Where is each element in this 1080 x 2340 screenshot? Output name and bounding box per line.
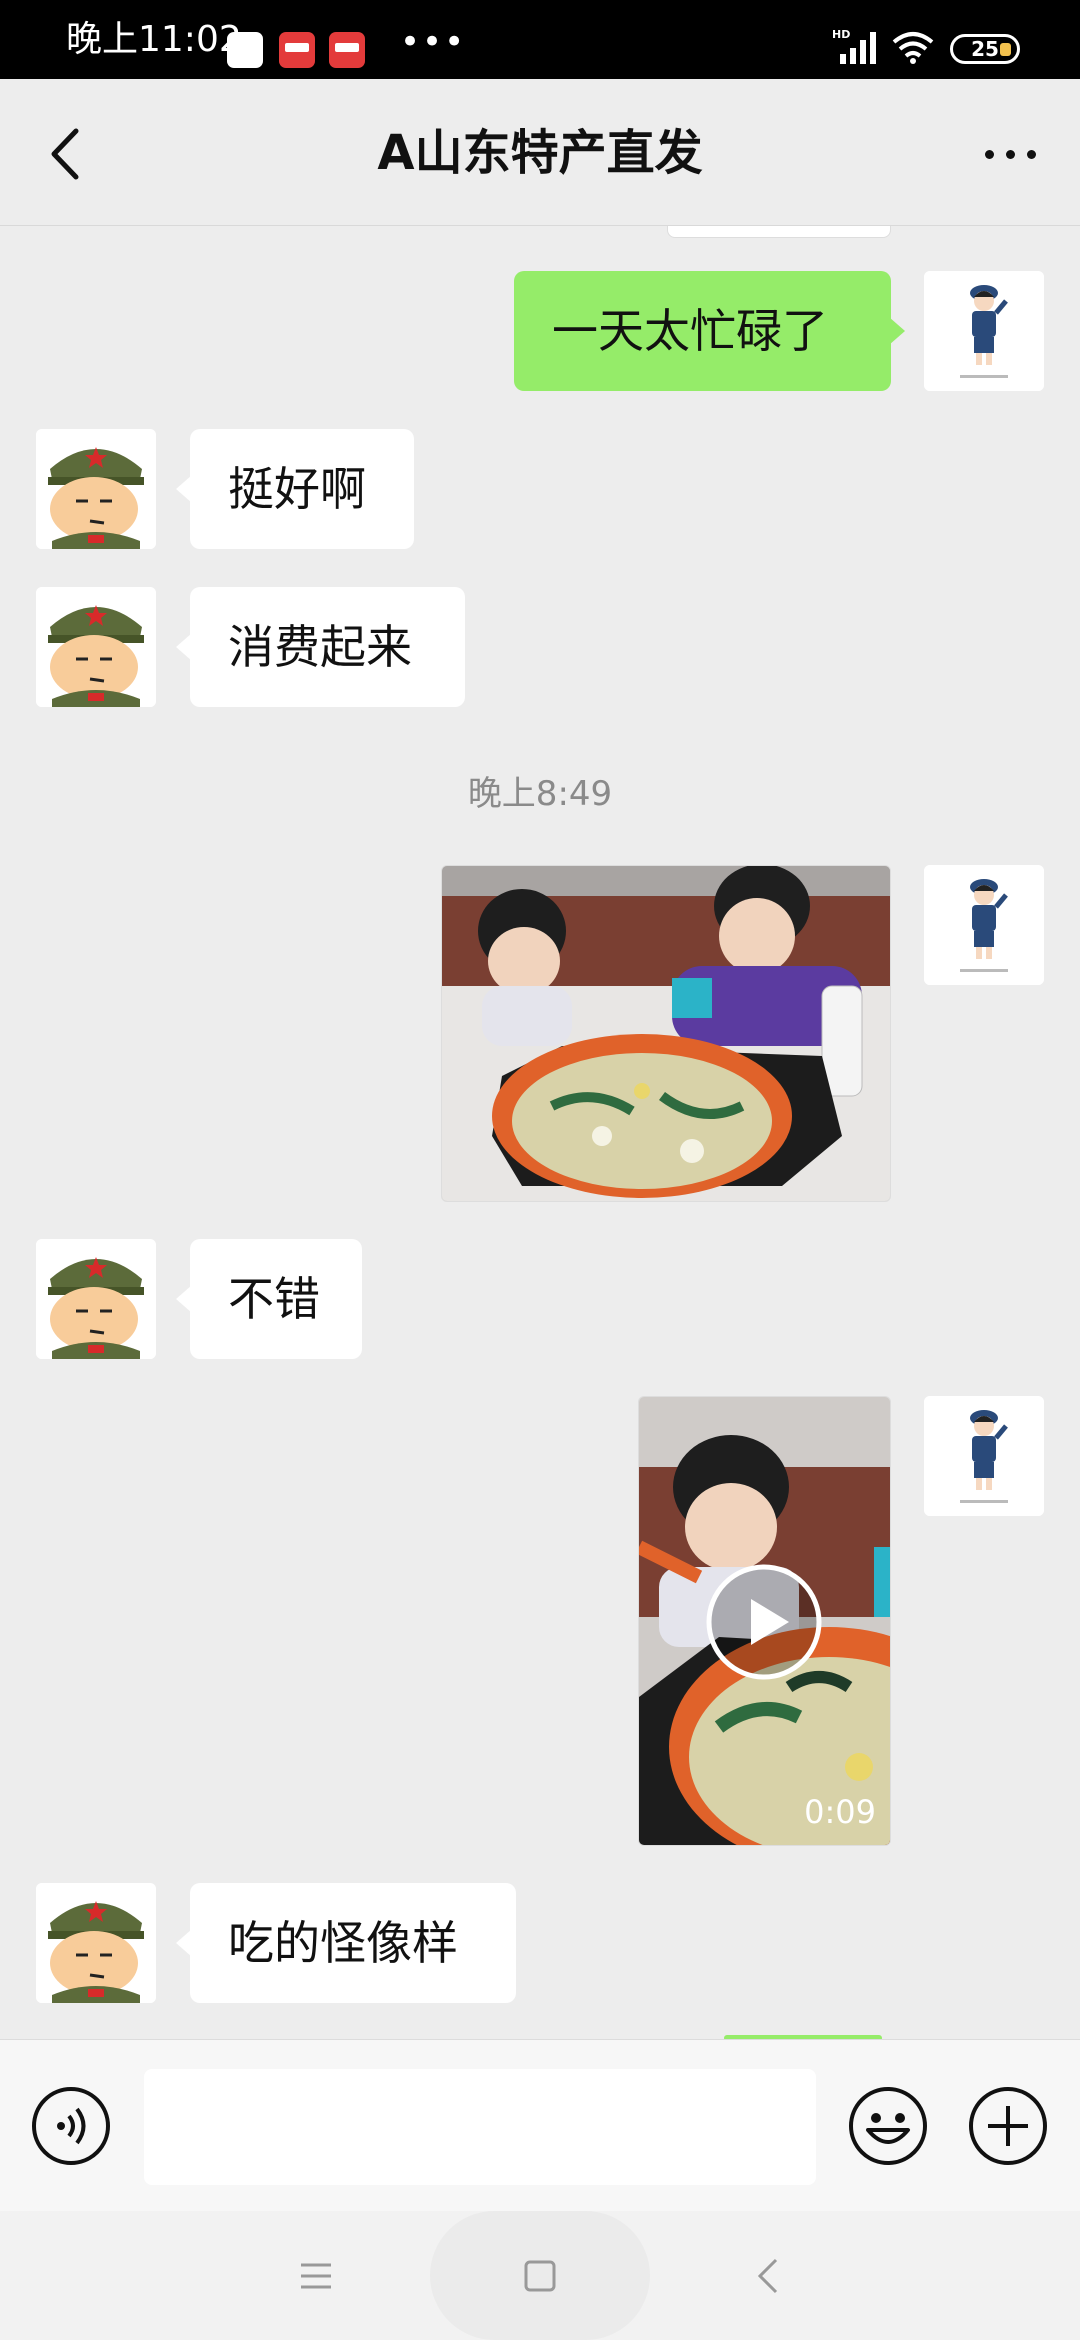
chat-title: A山东特产直发 [377, 125, 703, 181]
system-navigation-bar [0, 2211, 1080, 2340]
menu-icon [301, 2263, 331, 2289]
avatar-icon [36, 1883, 156, 2003]
status-overflow-indicator: ••• [400, 22, 467, 62]
play-icon[interactable] [705, 1563, 823, 1681]
contact-avatar[interactable] [36, 587, 156, 707]
message-bubble-received[interactable]: 消费起来 [176, 587, 465, 707]
message-input[interactable] [144, 2069, 816, 2185]
input-bar [0, 2039, 1080, 2211]
more-dots-icon [1005, 149, 1015, 159]
message-bubble-received[interactable]: 不错 [176, 1239, 362, 1359]
signal-icon: HD [832, 28, 876, 64]
battery-level: 25 [971, 37, 999, 61]
video-duration: 0:09 [804, 1793, 876, 1831]
contact-avatar[interactable] [36, 1239, 156, 1359]
photo-kids-eating-icon [442, 866, 890, 1201]
menu-button[interactable] [281, 2241, 351, 2311]
nav-back-button[interactable] [733, 2241, 803, 2311]
avatar-icon [924, 271, 1044, 391]
contact-avatar[interactable] [36, 429, 156, 549]
contact-avatar[interactable] [36, 1883, 156, 2003]
self-avatar[interactable] [924, 865, 1044, 985]
status-bar: 晚上11:02 ••• HD 25 [0, 0, 1080, 79]
wifi-icon [892, 32, 934, 64]
message-list[interactable]: 一天太忙碌了 挺好啊 消费起来 晚上8:49 不错 0:09 吃的怪像样 [0, 226, 1080, 2039]
chat-header: A山东特产直发 [0, 79, 1080, 226]
notification-app-icon [279, 32, 315, 68]
back-icon [757, 2258, 778, 2294]
battery-fill [1000, 43, 1011, 56]
notification-app-icon [329, 32, 365, 68]
message-bubble-sent[interactable]: 一天太忙碌了 [514, 271, 905, 391]
plus-icon[interactable] [968, 2086, 1048, 2166]
avatar-icon [924, 865, 1044, 985]
voice-icon[interactable] [31, 2086, 111, 2166]
home-button[interactable] [505, 2241, 575, 2311]
emoji-icon[interactable] [848, 2086, 928, 2166]
message-bubble-received[interactable]: 挺好啊 [176, 429, 414, 549]
battery-icon: 25 [950, 34, 1020, 64]
avatar-icon [36, 1239, 156, 1359]
message-bubble-received[interactable]: 吃的怪像样 [176, 1883, 516, 2003]
more-dots-icon [1026, 149, 1036, 159]
network-type-label: HD [832, 28, 850, 41]
self-avatar[interactable] [924, 271, 1044, 391]
more-options-button[interactable] [970, 119, 1050, 189]
status-time: 晚上11:02 [66, 19, 242, 60]
avatar-icon [924, 1396, 1044, 1516]
chevron-left-icon [51, 128, 79, 180]
previous-message-partial[interactable] [667, 226, 891, 238]
avatar-icon [36, 587, 156, 707]
message-timestamp: 晚上8:49 [467, 774, 613, 814]
more-dots-icon [984, 149, 994, 159]
home-icon [524, 2260, 556, 2292]
notification-app-icon [227, 32, 263, 68]
self-avatar[interactable] [924, 1396, 1044, 1516]
back-button[interactable] [30, 119, 100, 189]
avatar-icon [36, 429, 156, 549]
video-message[interactable]: 0:09 [638, 1396, 891, 1846]
image-message[interactable] [441, 865, 891, 1202]
